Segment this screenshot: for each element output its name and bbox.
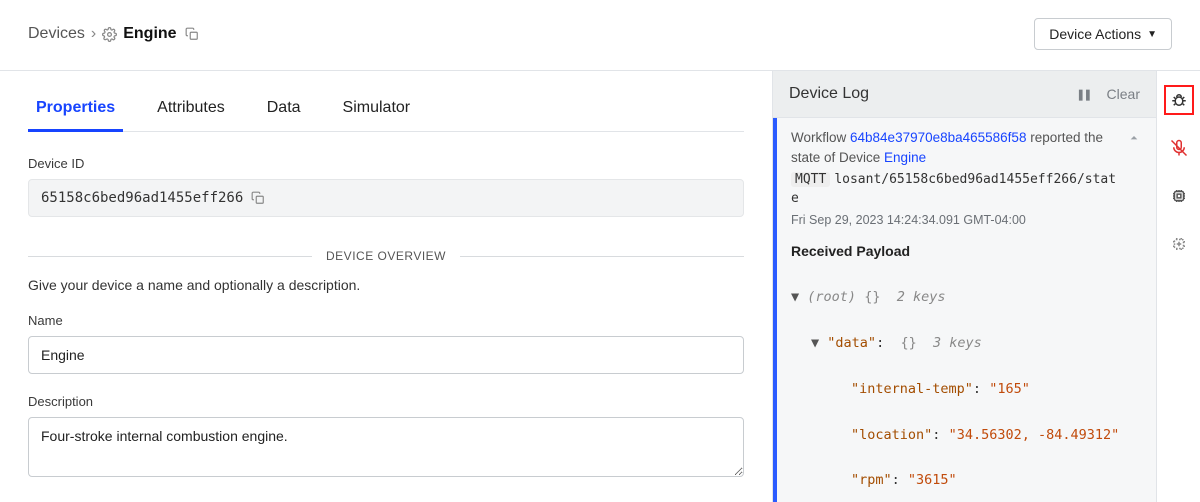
device-actions-button[interactable]: Device Actions ▼ [1034,18,1172,50]
json-key: "data" [827,335,876,351]
json-key: "location" [851,427,932,443]
device-log-title: Device Log [789,85,869,103]
chip-add-icon[interactable] [1164,229,1194,259]
collapse-icon[interactable] [1126,128,1142,146]
gear-icon [102,27,117,42]
json-value: "3615" [908,472,957,488]
json-toggle-icon[interactable]: ▼ [811,335,819,351]
json-count: 2 keys [897,289,946,305]
log-entry: Workflow 64b84e37970e8ba465586f58 report… [773,118,1156,502]
mqtt-topic: losant/65158c6bed96ad1455eff266/state [791,172,1116,206]
device-actions-label: Device Actions [1049,26,1141,42]
breadcrumb-current: Engine [123,25,176,43]
json-root-label: (root) [807,289,856,305]
section-device-overview: DEVICE OVERVIEW [312,249,460,263]
overview-helper-text: Give your device a name and optionally a… [28,277,744,293]
received-payload-title: Received Payload [791,243,1142,259]
json-toggle-icon[interactable]: ▼ [791,289,799,305]
json-value: "34.56302, -84.49312" [949,427,1120,443]
mqtt-method-badge: MQTT [791,172,830,187]
device-id-value: 65158c6bed96ad1455eff266 [28,179,744,217]
description-input[interactable]: Four-stroke internal combustion engine. [28,417,744,477]
breadcrumb-separator: › [91,25,96,43]
debug-icon[interactable] [1164,85,1194,115]
json-key: "internal-temp" [851,381,973,397]
breadcrumb: Devices › Engine [28,25,199,43]
device-id-text: 65158c6bed96ad1455eff266 [41,190,243,206]
tab-simulator[interactable]: Simulator [335,89,419,131]
json-count: 3 keys [933,335,982,351]
json-value: "165" [989,381,1030,397]
device-link[interactable]: Engine [884,150,926,165]
device-id-label: Device ID [28,156,744,171]
tab-data[interactable]: Data [259,89,309,131]
tab-properties[interactable]: Properties [28,89,123,132]
device-log-panel: Device Log ❚❚ Clear Workflow 64b84e37970… [772,71,1156,502]
right-rail [1156,71,1200,502]
description-label: Description [28,394,744,409]
name-input[interactable] [28,336,744,374]
tab-attributes[interactable]: Attributes [149,89,233,131]
caret-down-icon: ▼ [1147,29,1157,40]
workflow-link[interactable]: 64b84e37970e8ba465586f58 [850,130,1026,145]
log-timestamp: Fri Sep 29, 2023 14:24:34.091 GMT-04:00 [791,211,1118,229]
copy-device-id-icon[interactable] [251,191,265,205]
pause-icon[interactable]: ❚❚ [1076,88,1090,101]
clear-button[interactable]: Clear [1107,86,1140,102]
name-label: Name [28,313,744,328]
json-key: "rpm" [851,472,892,488]
log-text: Workflow [791,130,850,145]
chip-icon[interactable] [1164,181,1194,211]
mic-off-icon[interactable] [1164,133,1194,163]
breadcrumb-root[interactable]: Devices [28,25,85,43]
tabs: Properties Attributes Data Simulator [28,89,744,132]
payload-json: ▼ (root) {} 2 keys ▼ "data": {} 3 keys "… [791,263,1142,502]
copy-icon[interactable] [185,27,199,41]
